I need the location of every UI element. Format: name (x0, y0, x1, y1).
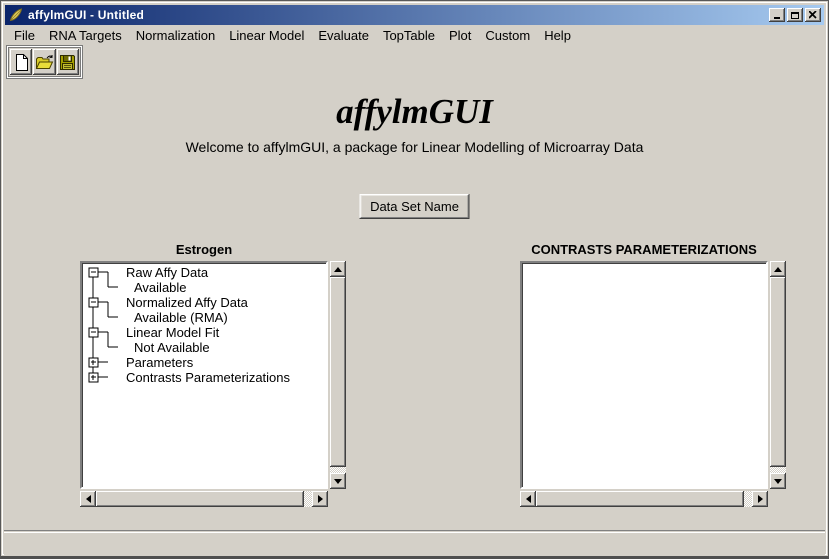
minimize-icon (774, 17, 780, 19)
new-document-icon (13, 53, 30, 72)
close-icon (809, 11, 817, 19)
toolbar (5, 44, 824, 81)
scroll-right-button[interactable] (752, 491, 768, 507)
dataset-tree-horizontal-scrollbar[interactable] (80, 491, 328, 507)
menu-item-plot[interactable]: Plot (449, 28, 471, 43)
status-bar (4, 532, 825, 555)
tree-item[interactable]: Not Available (134, 340, 210, 355)
menu-bar: File RNA Targets Normalization Linear Mo… (5, 27, 824, 44)
arrow-right-icon (318, 495, 323, 503)
scroll-thumb[interactable] (536, 491, 744, 507)
scroll-thumb[interactable] (96, 491, 304, 507)
main-content: affylmGUI Welcome to affylmGUI, a packag… (4, 82, 825, 531)
scroll-down-button[interactable] (330, 473, 346, 489)
contrasts-list-items (522, 263, 766, 487)
arrow-down-icon (334, 479, 342, 484)
tree-item[interactable]: Parameters (126, 355, 193, 370)
contrasts-listbox[interactable] (520, 261, 768, 489)
arrow-down-icon (774, 479, 782, 484)
scroll-down-button[interactable] (770, 473, 786, 489)
arrow-right-icon (758, 495, 763, 503)
menu-item-normalization[interactable]: Normalization (136, 28, 215, 43)
scroll-up-button[interactable] (770, 261, 786, 277)
close-button[interactable] (805, 8, 821, 22)
save-floppy-icon (59, 54, 76, 71)
scroll-thumb[interactable] (330, 277, 346, 467)
arrow-left-icon (526, 495, 531, 503)
tree-item[interactable]: Normalized Affy Data (126, 295, 248, 310)
tree-item[interactable]: Contrasts Parameterizations (126, 370, 290, 385)
menu-item-custom[interactable]: Custom (485, 28, 530, 43)
contrasts-horizontal-scrollbar[interactable] (520, 491, 768, 507)
tk-feather-icon[interactable] (8, 7, 24, 23)
contrasts-vertical-scrollbar[interactable] (770, 261, 786, 489)
title-bar[interactable]: affylmGUI - Untitled (5, 5, 824, 25)
menu-item-toptable[interactable]: TopTable (383, 28, 435, 43)
open-folder-icon (35, 54, 54, 71)
minimize-button[interactable] (769, 8, 785, 22)
open-file-button[interactable] (33, 49, 55, 75)
scroll-right-button[interactable] (312, 491, 328, 507)
window-controls (769, 8, 821, 22)
scroll-left-button[interactable] (520, 491, 536, 507)
welcome-text: Welcome to affylmGUI, a package for Line… (4, 139, 825, 155)
menu-item-evaluate[interactable]: Evaluate (318, 28, 369, 43)
data-set-name-button[interactable]: Data Set Name (359, 194, 470, 219)
scroll-up-button[interactable] (330, 261, 346, 277)
scroll-thumb[interactable] (770, 277, 786, 467)
app-heading: affylmGUI (4, 92, 825, 132)
save-file-button[interactable] (57, 49, 79, 75)
menu-item-linear-model[interactable]: Linear Model (229, 28, 304, 43)
menu-item-file[interactable]: File (14, 28, 35, 43)
maximize-button[interactable] (787, 8, 803, 22)
tree-item[interactable]: Available (134, 280, 187, 295)
menu-item-rna-targets[interactable]: RNA Targets (49, 28, 122, 43)
contrasts-title: CONTRASTS PARAMETERIZATIONS (520, 242, 768, 257)
dataset-tree-vertical-scrollbar[interactable] (330, 261, 346, 489)
scroll-left-button[interactable] (80, 491, 96, 507)
tree-item[interactable]: Available (RMA) (134, 310, 228, 325)
menu-item-help[interactable]: Help (544, 28, 571, 43)
maximize-icon (791, 12, 799, 19)
window-title: affylmGUI - Untitled (28, 8, 769, 22)
arrow-left-icon (86, 495, 91, 503)
tree-item[interactable]: Raw Affy Data (126, 265, 208, 280)
toolbar-frame (6, 45, 83, 79)
app-window: affylmGUI - Untitled File RNA Targets No… (0, 0, 829, 559)
new-file-button[interactable] (10, 49, 32, 75)
dataset-tree-title: Estrogen (80, 242, 328, 257)
arrow-up-icon (774, 267, 782, 272)
dataset-status-tree[interactable]: Raw Affy DataAvailableNormalized Affy Da… (80, 261, 328, 489)
tree-rows: Raw Affy DataAvailableNormalized Affy Da… (82, 263, 326, 487)
arrow-up-icon (334, 267, 342, 272)
tree-item[interactable]: Linear Model Fit (126, 325, 219, 340)
